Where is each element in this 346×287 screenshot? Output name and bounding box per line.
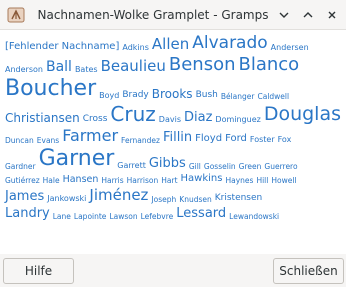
- surname-link[interactable]: Gutiérrez: [5, 176, 40, 185]
- surname-link[interactable]: Gill: [189, 162, 201, 171]
- surname-link[interactable]: Bélanger: [221, 92, 255, 101]
- surname-link[interactable]: Lapointe: [74, 212, 107, 221]
- surname-link[interactable]: Guerrero: [264, 162, 297, 171]
- surname-link[interactable]: Jankowski: [47, 195, 86, 203]
- surname-link[interactable]: [Fehlender Nachname]: [5, 42, 119, 52]
- surname-link[interactable]: Duncan: [5, 136, 34, 145]
- surname-link[interactable]: Hart: [161, 176, 177, 185]
- surname-link[interactable]: Davis: [159, 116, 181, 124]
- surname-link[interactable]: Hill: [256, 176, 268, 185]
- surname-link[interactable]: Anderson: [5, 66, 43, 74]
- surname-link[interactable]: Hale: [43, 176, 60, 185]
- surname-link[interactable]: Hansen: [63, 174, 99, 185]
- window-title: Nachnamen-Wolke Gramplet - Gramps: [37, 8, 269, 22]
- surname-link[interactable]: Floyd: [195, 134, 222, 144]
- surname-link[interactable]: Harris: [101, 176, 123, 185]
- surname-link[interactable]: Hawkins: [181, 174, 223, 184]
- window-controls: [274, 5, 342, 25]
- title-bar[interactable]: Nachnamen-Wolke Gramplet - Gramps: [0, 0, 346, 30]
- surname-link[interactable]: Gosselin: [204, 162, 236, 171]
- surname-link[interactable]: Boucher: [5, 78, 96, 100]
- cloud-line: Christiansen Cross Cruz Davis Diaz Dominguez D…: [5, 104, 342, 124]
- surname-link[interactable]: Jiménez: [89, 188, 148, 203]
- surname-link[interactable]: Lawson: [109, 212, 137, 221]
- surname-link[interactable]: Alvarado: [192, 35, 267, 52]
- close-button[interactable]: Schließen: [273, 258, 344, 284]
- surname-link[interactable]: Foster: [250, 136, 275, 144]
- surname-link[interactable]: Lessard: [176, 207, 226, 220]
- surname-link[interactable]: Fillin: [163, 131, 192, 144]
- close-icon[interactable]: [322, 5, 342, 25]
- gramps-tree-icon: [6, 5, 26, 25]
- surname-link[interactable]: James: [5, 190, 44, 203]
- surname-link[interactable]: Green: [239, 162, 262, 171]
- chevron-down-icon[interactable]: [274, 5, 294, 25]
- surname-link[interactable]: Adkins: [122, 44, 149, 52]
- surname-link[interactable]: Howell: [271, 176, 296, 185]
- surname-link[interactable]: Benson: [169, 56, 236, 74]
- surname-link[interactable]: Cruz: [110, 104, 155, 124]
- surname-link[interactable]: Fox: [278, 136, 292, 144]
- surname-link[interactable]: Christiansen: [5, 112, 80, 124]
- surname-link[interactable]: Knudsen: [179, 195, 211, 204]
- surname-cloud: [Fehlender Nachname] Adkins Allen Alvarado A…: [0, 30, 346, 254]
- surname-link[interactable]: Ball: [46, 60, 72, 74]
- cloud-line: Boucher Boyd Brady Brooks Bush Bélanger Caldwe…: [5, 78, 342, 101]
- surname-link[interactable]: Bates: [75, 66, 98, 74]
- cloud-line: Anderson Ball Bates Beaulieu Benson Blanco: [5, 56, 342, 75]
- surname-link[interactable]: Garner: [39, 148, 115, 170]
- surname-link[interactable]: Evans: [37, 136, 59, 145]
- surname-link[interactable]: Haynes: [225, 176, 253, 185]
- surname-link[interactable]: Boyd: [99, 92, 119, 100]
- help-button[interactable]: Hilfe: [3, 258, 74, 284]
- surname-link[interactable]: Ford: [225, 134, 247, 144]
- cloud-line: Gutiérrez Hale Hansen Harris Harrison Hart Haw…: [5, 174, 342, 184]
- surname-link[interactable]: Andersen: [271, 44, 309, 52]
- surname-link[interactable]: Caldwell: [258, 92, 290, 101]
- surname-link[interactable]: Blanco: [239, 56, 300, 74]
- surname-link[interactable]: Kristensen: [215, 194, 263, 203]
- surname-link[interactable]: Gardner: [5, 162, 36, 171]
- surname-link[interactable]: Farmer: [62, 128, 118, 144]
- cloud-line: [Fehlender Nachname] Adkins Allen Alvarado A…: [5, 35, 342, 52]
- surname-link[interactable]: Allen: [152, 37, 189, 52]
- chevron-up-icon[interactable]: [298, 5, 318, 25]
- surname-link[interactable]: Beaulieu: [101, 59, 166, 74]
- surname-link[interactable]: Cross: [83, 115, 108, 124]
- surname-link[interactable]: Harrison: [127, 176, 159, 185]
- surname-link[interactable]: Bush: [196, 91, 218, 100]
- dialog-footer: Hilfe Schließen: [0, 254, 346, 287]
- surname-link[interactable]: Gibbs: [149, 157, 186, 170]
- cloud-line: James Jankowski Jiménez Joseph Knudsen Kriste…: [5, 188, 342, 204]
- surname-link[interactable]: Joseph: [151, 195, 176, 204]
- surname-link[interactable]: Diaz: [184, 111, 212, 124]
- surname-link[interactable]: Brady: [122, 91, 148, 100]
- cloud-line: Gardner Garner Garrett Gibbs Gill Gosselin Gre…: [5, 148, 342, 171]
- surname-link[interactable]: Lefebvre: [141, 212, 174, 221]
- surname-link[interactable]: Dominguez: [215, 116, 260, 124]
- cloud-line: Duncan Evans Farmer Fernandez Fillin Floyd For…: [5, 128, 342, 145]
- cloud-line: Landry Lane Lapointe Lawson Lefebvre Lessard L…: [5, 207, 342, 220]
- surname-link[interactable]: Brooks: [152, 88, 193, 100]
- surname-link[interactable]: Douglas: [264, 105, 341, 124]
- surname-link[interactable]: Garrett: [117, 162, 146, 170]
- surname-link[interactable]: Fernandez: [121, 136, 160, 145]
- surname-link[interactable]: Lewandowski: [229, 212, 279, 221]
- surname-link[interactable]: Lane: [53, 212, 71, 221]
- surname-link[interactable]: Landry: [5, 207, 50, 220]
